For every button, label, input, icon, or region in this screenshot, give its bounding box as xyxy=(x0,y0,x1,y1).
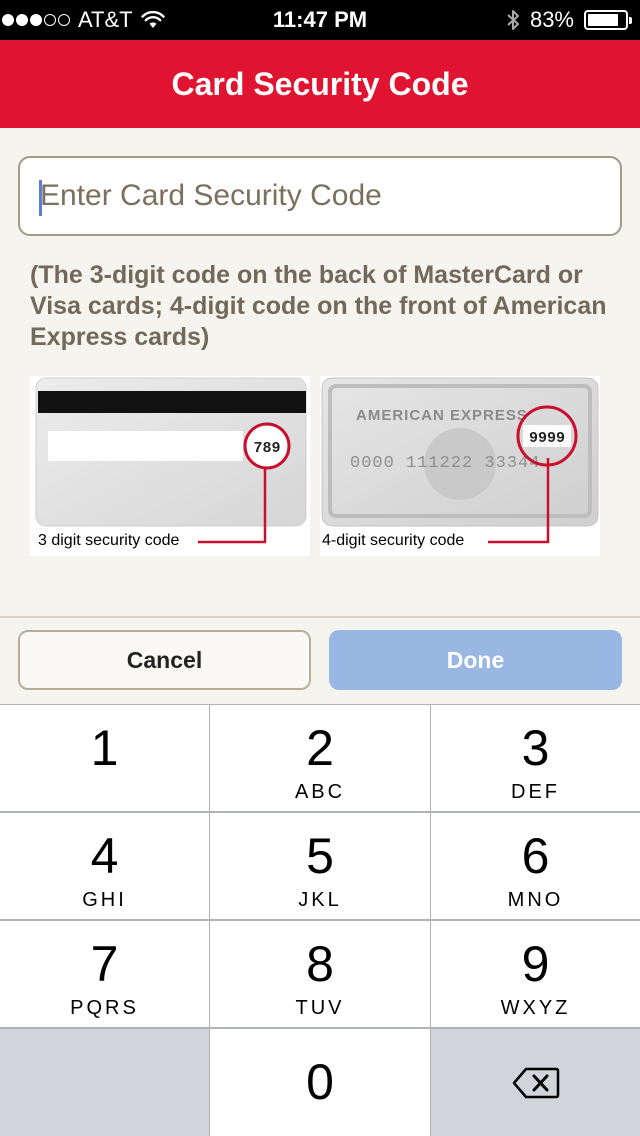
key-3[interactable]: 3 DEF xyxy=(431,705,640,811)
key-digit: 9 xyxy=(521,936,550,992)
cancel-button[interactable]: Cancel xyxy=(18,630,311,690)
key-2[interactable]: 2 ABC xyxy=(210,705,430,811)
divider xyxy=(0,616,640,618)
backspace-key[interactable] xyxy=(431,1029,640,1136)
done-button[interactable]: Done xyxy=(329,630,622,690)
status-bar: AT&T 11:47 PM 83% xyxy=(0,0,640,40)
card-back-illustration: 789 3 digit security code xyxy=(30,376,310,556)
card-back-graphic: 789 xyxy=(35,377,307,544)
amex-card-number: 0000 111222 33344 xyxy=(350,454,540,473)
help-text: (The 3-digit code on the back of MasterC… xyxy=(30,261,607,351)
numeric-keypad: 1 2 ABC 3 DEF 4 GHI 5 JKL 6 MNO 7 PQRS 8… xyxy=(0,704,640,1136)
key-digit: 0 xyxy=(306,1054,334,1110)
bluetooth-icon xyxy=(507,10,519,30)
key-1[interactable]: 1 xyxy=(0,705,209,811)
key-digit: 7 xyxy=(90,936,119,992)
key-letters: WXYZ xyxy=(500,997,571,1019)
blank-key xyxy=(0,1029,209,1136)
amex-card-graphic: AMERICAN EXPRESS 0000 111222 33344 9999 xyxy=(321,377,599,544)
key-letters: PQRS xyxy=(70,997,139,1019)
key-8[interactable]: 8 TUV xyxy=(210,921,430,1027)
text-cursor xyxy=(39,180,42,216)
page-title: Card Security Code xyxy=(171,65,469,102)
key-4[interactable]: 4 GHI xyxy=(0,813,209,919)
key-7[interactable]: 7 PQRS xyxy=(0,921,209,1027)
key-letters: MNO xyxy=(507,889,564,911)
amex-brand-text: AMERICAN EXPRESS xyxy=(356,407,528,424)
backspace-icon xyxy=(512,1067,559,1098)
security-code-input[interactable] xyxy=(20,158,620,234)
key-letters: TUV xyxy=(295,997,345,1019)
key-digit: 4 xyxy=(90,828,119,884)
security-code-field[interactable] xyxy=(18,156,622,236)
card-back-code: 789 xyxy=(253,440,280,457)
amex-caption: 4-digit security code xyxy=(322,532,469,550)
card-back-caption: 3 digit security code xyxy=(38,532,184,550)
key-letters: ABC xyxy=(294,781,346,803)
key-6[interactable]: 6 MNO xyxy=(431,813,640,919)
key-digit: 2 xyxy=(306,720,334,776)
key-0[interactable]: 0 xyxy=(210,1029,430,1136)
header-bar: Card Security Code xyxy=(0,40,640,128)
key-digit: 8 xyxy=(306,936,334,992)
amex-code: 9999 xyxy=(529,430,565,447)
battery-icon xyxy=(584,10,632,30)
key-letters: JKL xyxy=(298,889,342,911)
battery-percent: 83% xyxy=(529,7,574,32)
key-letters: DEF xyxy=(511,781,560,803)
amex-card-illustration: AMERICAN EXPRESS 0000 111222 33344 9999 … xyxy=(320,376,600,556)
key-digit: 1 xyxy=(90,720,119,776)
key-letters: GHI xyxy=(82,889,127,911)
key-5[interactable]: 5 JKL xyxy=(210,813,430,919)
key-digit: 5 xyxy=(306,828,334,884)
key-digit: 3 xyxy=(521,720,550,776)
key-digit: 6 xyxy=(521,828,550,884)
key-9[interactable]: 9 WXYZ xyxy=(431,921,640,1027)
